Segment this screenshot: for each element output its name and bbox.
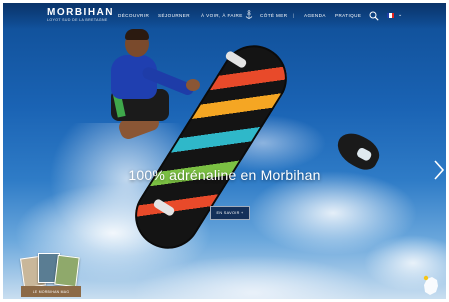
learn-more-button[interactable]: EN SAVOIR + <box>210 206 250 220</box>
logo-tagline: LOYOT SUD DE LA BRETAGNE <box>47 18 108 22</box>
nav-separator: | <box>293 13 295 18</box>
chevron-down-icon[interactable]: ⌄ <box>398 12 402 18</box>
hero-title: 100% adrénaline en Morbihan <box>128 167 321 183</box>
chevron-right-icon[interactable] <box>433 159 445 181</box>
nav-item-pratique[interactable]: PRATIQUE <box>335 13 361 18</box>
nav-item-avoir-a-faire[interactable]: À VOIR, À FAIRE <box>201 13 243 18</box>
search-icon[interactable] <box>369 11 379 21</box>
nav-item-sejourner[interactable]: SÉJOURNER <box>158 13 190 18</box>
nav-item-cote-mer[interactable]: CÔTÉ MER <box>260 13 287 18</box>
magazine-button[interactable]: LE MORBIHAN MAG <box>21 286 81 297</box>
anchor-icon <box>245 10 253 19</box>
logo-name: MORBIHAN <box>47 7 114 18</box>
france-map-icon[interactable] <box>421 273 441 299</box>
nav-item-agenda[interactable]: AGENDA <box>304 13 326 18</box>
site-logo[interactable]: MORBIHAN LOYOT SUD DE LA BRETAGNE <box>47 7 114 23</box>
language-flag-icon[interactable] <box>387 13 394 18</box>
nav-item-decouvrir[interactable]: DÉCOUVRIR <box>118 13 149 18</box>
hero-banner: MORBIHAN LOYOT SUD DE LA BRETAGNE DÉCOUV… <box>3 3 446 299</box>
top-navigation: MORBIHAN LOYOT SUD DE LA BRETAGNE DÉCOUV… <box>3 3 446 29</box>
magazine-covers[interactable] <box>20 251 82 289</box>
